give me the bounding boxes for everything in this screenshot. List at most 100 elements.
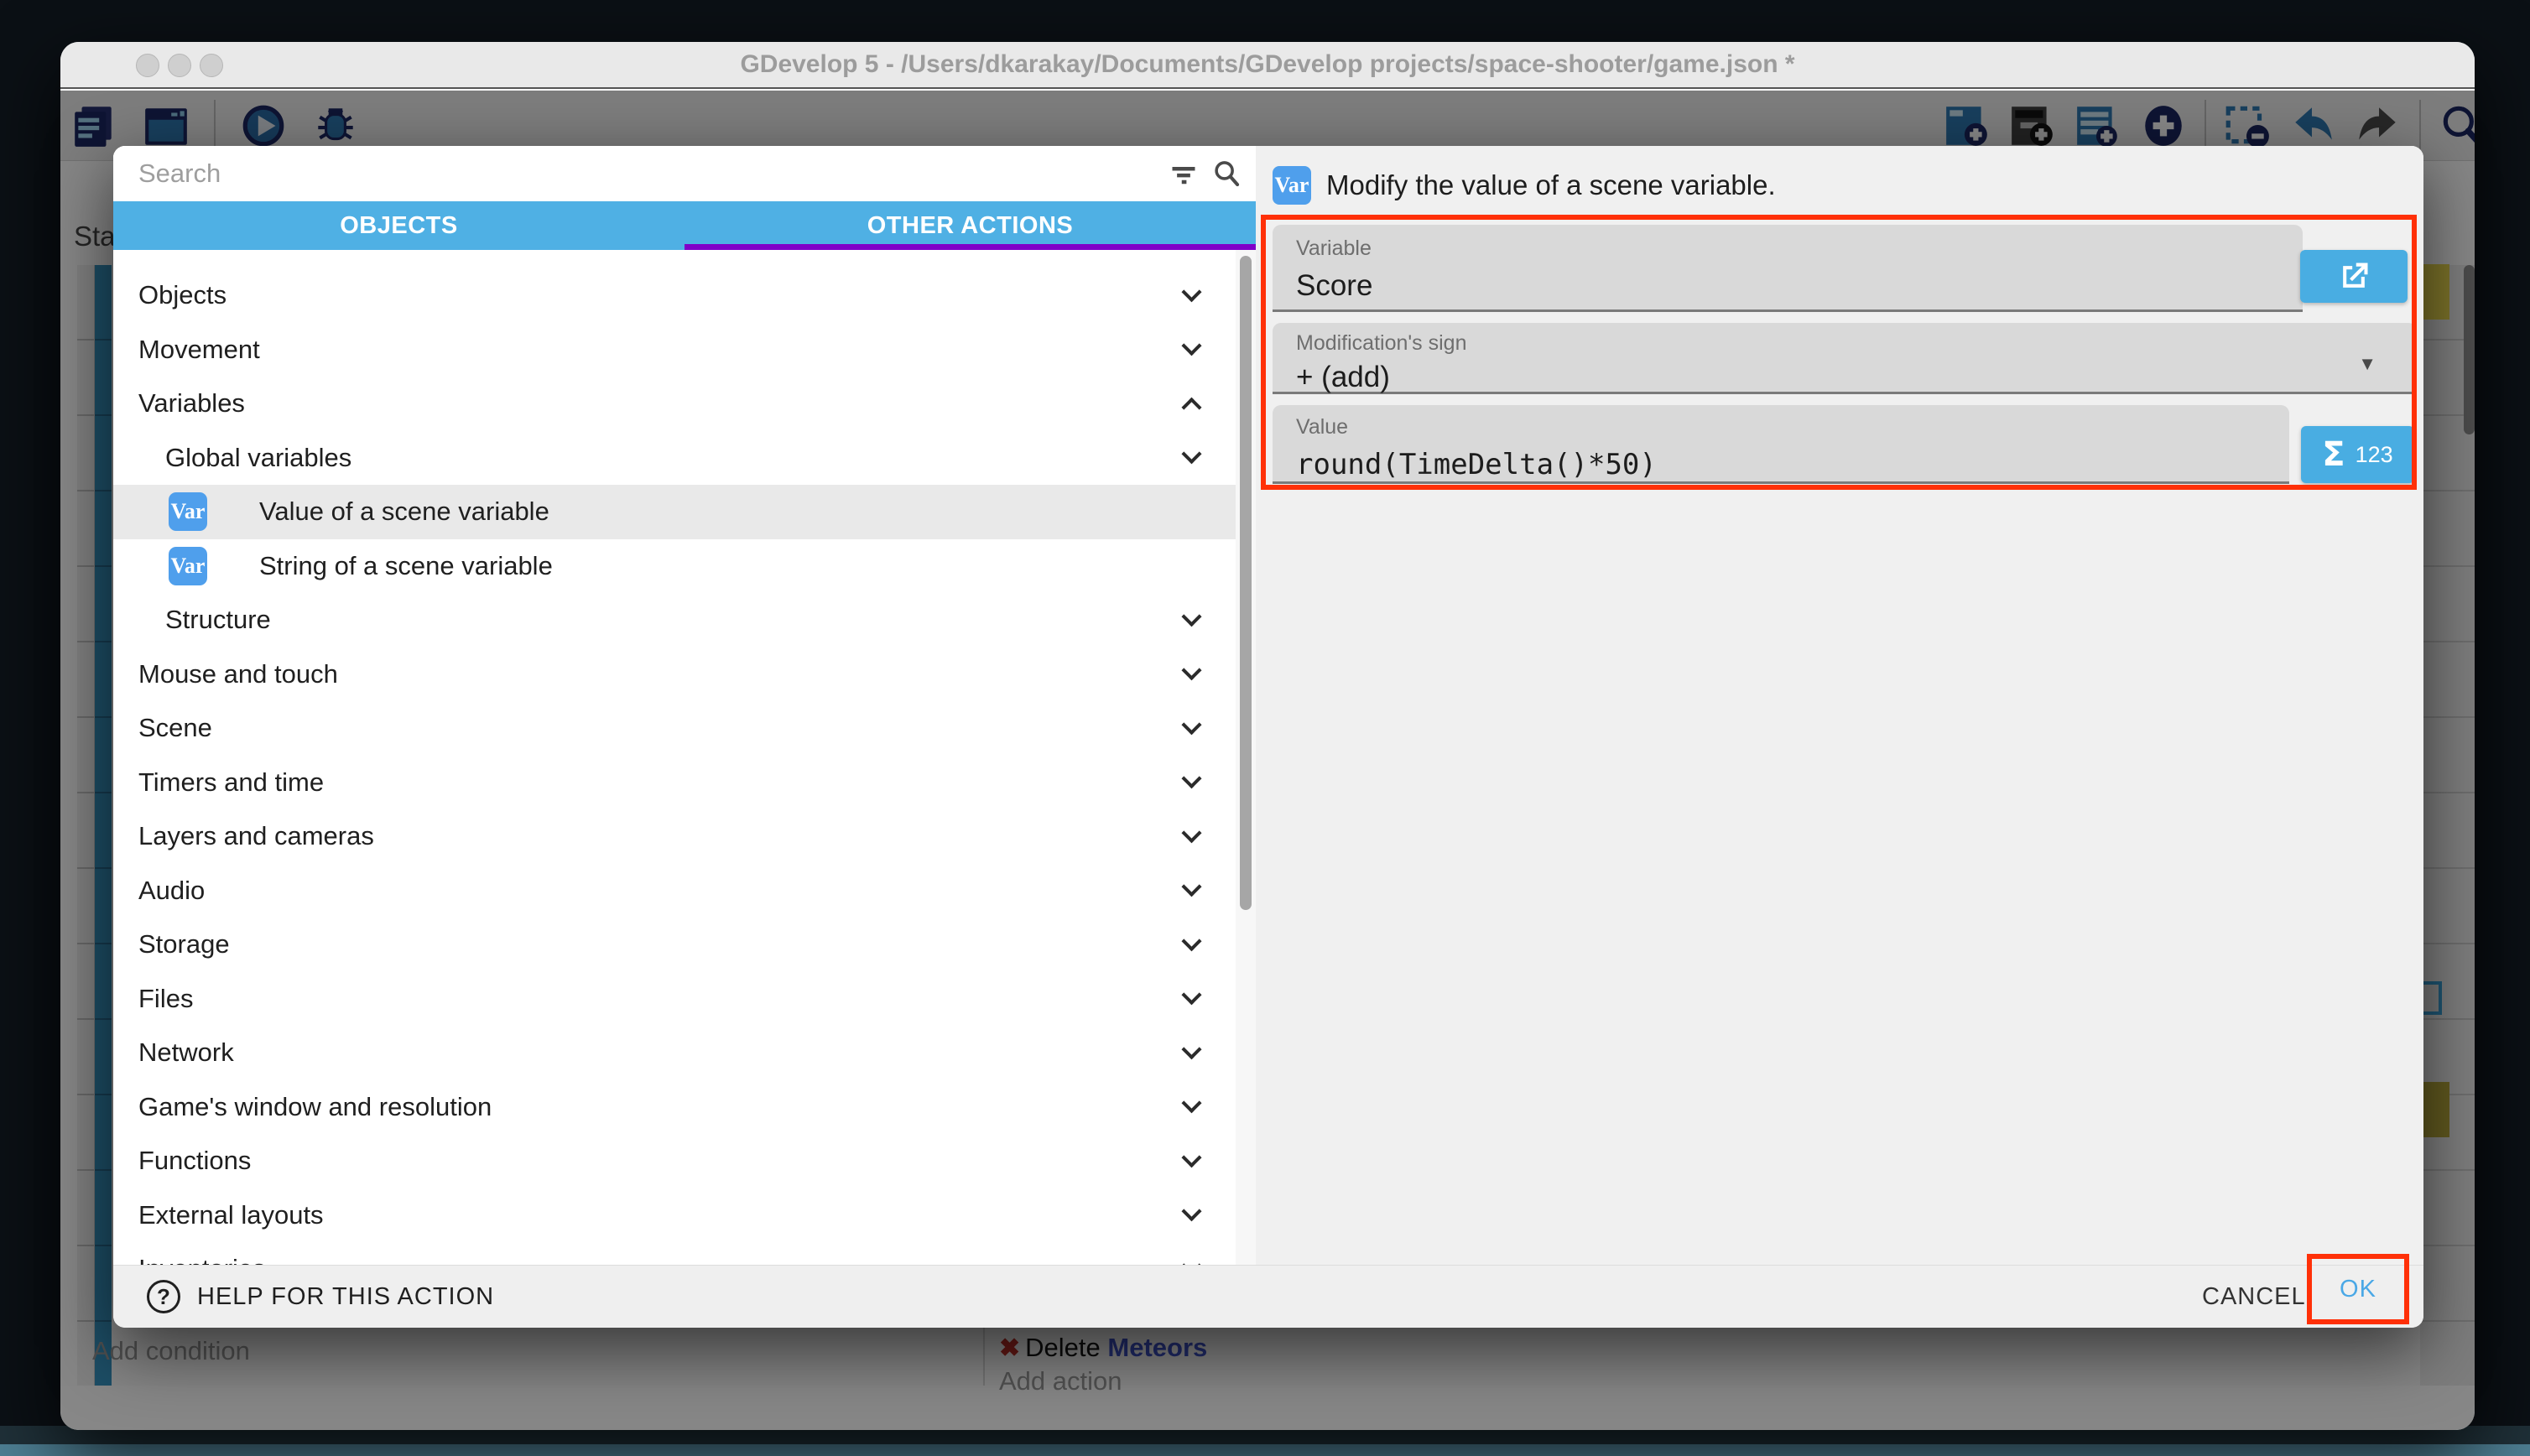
action-list-pane: OBJECTS OTHER ACTIONS Objects Movement Var… — [113, 146, 1256, 1265]
chevron-down-icon — [1181, 660, 1201, 680]
list-item-label: Inventories — [138, 1254, 266, 1265]
sigma-digits: 123 — [2356, 442, 2393, 468]
value-field[interactable]: Value round(TimeDelta()*50) — [1273, 405, 2289, 484]
list-item[interactable]: External layouts — [113, 1188, 1236, 1243]
list-scrollbar-thumb[interactable] — [1240, 256, 1252, 910]
list-item-label: Variables — [138, 388, 245, 419]
action-title: Modify the value of a scene variable. — [1326, 169, 1776, 201]
var-icon: Var — [169, 492, 207, 531]
value-field-expression: round(TimeDelta()*50) — [1296, 448, 2289, 481]
cancel-button[interactable]: CANCEL — [2185, 1266, 2323, 1328]
modification-sign-select[interactable]: Modification's sign + (add) ▼ — [1273, 323, 2417, 394]
list-item-label: Mouse and touch — [138, 659, 338, 689]
action-detail-pane: Var Modify the value of a scene variable… — [1256, 146, 2423, 1265]
chevron-down-icon — [1181, 1039, 1201, 1059]
chevron-down-icon — [1181, 768, 1201, 788]
list-item[interactable]: Global variables — [113, 431, 1236, 486]
expression-editor-button[interactable]: Σ 123 — [2301, 426, 2414, 483]
help-label: HELP FOR THIS ACTION — [197, 1283, 494, 1311]
chevron-down-icon — [1181, 1256, 1201, 1265]
list-item-label: Files — [138, 984, 193, 1014]
list-item[interactable]: Files — [113, 972, 1236, 1027]
list-item[interactable]: Var Value of a scene variable — [113, 485, 1236, 539]
list-item[interactable]: Inventories — [113, 1242, 1236, 1265]
list-item[interactable]: Layers and cameras — [113, 809, 1236, 864]
list-item[interactable]: Network — [113, 1026, 1236, 1080]
minimize-window-button[interactable] — [168, 54, 191, 77]
chevron-down-icon — [1181, 931, 1201, 951]
open-variables-button[interactable] — [2300, 250, 2408, 303]
help-for-action-button[interactable]: ? HELP FOR THIS ACTION — [147, 1280, 494, 1313]
list-item-label: Network — [138, 1037, 234, 1068]
list-item-label: Movement — [138, 335, 260, 365]
modification-sign-label: Modification's sign — [1296, 331, 2417, 356]
desktop-wallpaper-strip — [0, 1444, 2530, 1456]
chevron-down-icon — [1181, 335, 1201, 356]
ok-button[interactable]: OK — [2340, 1276, 2376, 1303]
list-item-label: Objects — [138, 280, 226, 310]
chevron-down-icon — [1181, 715, 1201, 735]
choose-action-dialog: OBJECTS OTHER ACTIONS Objects Movement Var… — [113, 146, 2423, 1328]
list-item[interactable]: Movement — [113, 323, 1236, 377]
list-item-label: Value of a scene variable — [259, 497, 549, 527]
list-item-label: Audio — [138, 876, 205, 906]
list-item-label: Scene — [138, 713, 212, 743]
list-item-label: Functions — [138, 1146, 251, 1176]
list-item-label: Global variables — [165, 443, 351, 473]
var-icon: Var — [169, 547, 207, 585]
chevron-down-icon — [1181, 444, 1201, 464]
dialog-footer: ? HELP FOR THIS ACTION CANCEL OK — [113, 1265, 2423, 1328]
ok-highlight-box: OK — [2307, 1254, 2409, 1324]
list-item[interactable]: Variables — [113, 377, 1236, 431]
close-window-button[interactable] — [136, 54, 159, 77]
variable-field-value: Score — [1296, 269, 2303, 303]
list-item[interactable]: Timers and time — [113, 756, 1236, 810]
chevron-down-icon — [1181, 1147, 1201, 1167]
chevron-down-icon — [1181, 606, 1201, 627]
tab-other-actions[interactable]: OTHER ACTIONS — [685, 201, 1256, 250]
list-item-label: String of a scene variable — [259, 551, 553, 581]
list-item-label: Storage — [138, 929, 230, 959]
variable-field-label: Variable — [1296, 237, 2303, 261]
list-item-label: Layers and cameras — [138, 821, 374, 851]
list-item[interactable]: Game's window and resolution — [113, 1080, 1236, 1135]
list-item-label: External layouts — [138, 1200, 324, 1230]
list-item[interactable]: Storage — [113, 918, 1236, 972]
filter-icon[interactable] — [1169, 159, 1199, 190]
list-item[interactable]: Functions — [113, 1134, 1236, 1188]
tab-objects[interactable]: OBJECTS — [113, 201, 685, 250]
search-bar — [113, 146, 1256, 201]
modification-sign-value: + (add) — [1296, 361, 2417, 394]
dropdown-arrow-icon: ▼ — [2358, 353, 2376, 375]
list-item[interactable]: Scene — [113, 701, 1236, 756]
search-icon[interactable] — [1210, 158, 1242, 190]
list-item[interactable]: Audio — [113, 864, 1236, 918]
list-item[interactable]: Objects — [113, 268, 1236, 323]
active-tab-underline — [685, 244, 1256, 250]
chevron-down-icon — [1181, 985, 1201, 1005]
sigma-icon: Σ — [2322, 435, 2345, 474]
chevron-down-icon — [1181, 823, 1201, 843]
var-icon: Var — [1273, 166, 1311, 205]
list-item[interactable]: Structure — [113, 593, 1236, 647]
chevron-down-icon — [1181, 1201, 1201, 1221]
window-title: GDevelop 5 - /Users/dkarakay/Documents/G… — [60, 50, 2475, 79]
chevron-down-icon — [1181, 282, 1201, 302]
list-item-label: Timers and time — [138, 767, 324, 798]
list-item-label: Game's window and resolution — [138, 1092, 492, 1122]
open-in-new-icon — [2335, 258, 2372, 295]
search-input[interactable] — [138, 153, 1145, 195]
action-header: Var Modify the value of a scene variable… — [1273, 166, 1776, 205]
chevron-down-icon — [1181, 876, 1201, 897]
list-item[interactable]: Mouse and touch — [113, 647, 1236, 702]
chevron-down-icon — [1181, 1093, 1201, 1113]
variable-field[interactable]: Variable Score — [1273, 225, 2303, 312]
zoom-window-button[interactable] — [200, 54, 223, 77]
dialog-tabs: OBJECTS OTHER ACTIONS — [113, 201, 1256, 250]
value-field-label: Value — [1296, 415, 2289, 439]
title-bar: GDevelop 5 - /Users/dkarakay/Documents/G… — [60, 42, 2475, 89]
chevron-up-icon — [1181, 397, 1201, 417]
list-item-label: Structure — [165, 605, 271, 635]
help-icon: ? — [147, 1280, 180, 1313]
list-item[interactable]: Var String of a scene variable — [113, 539, 1236, 594]
